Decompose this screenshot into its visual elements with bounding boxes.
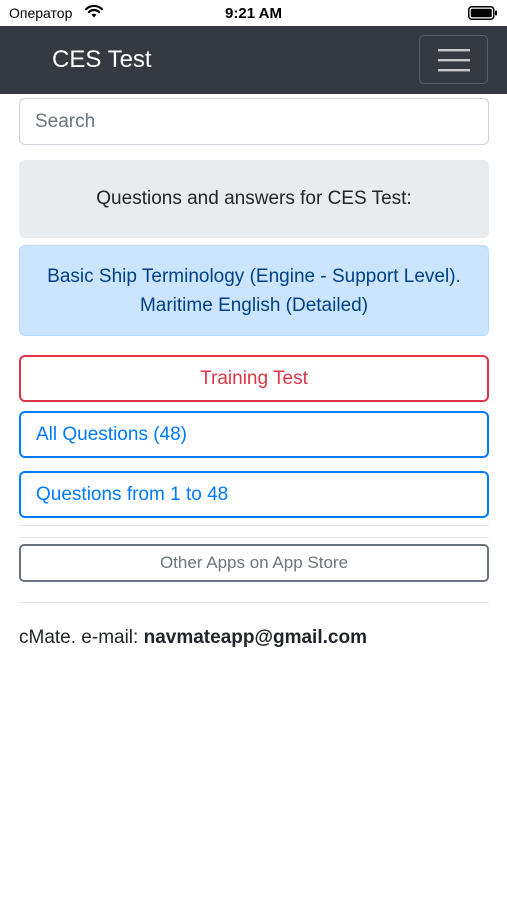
intro-banner: Questions and answers for CES Test: bbox=[19, 160, 489, 238]
status-bar: Оператор 9:21 AM bbox=[0, 0, 507, 26]
navbar-brand[interactable]: CES Test bbox=[52, 46, 152, 74]
questions-range-button[interactable]: Questions from 1 to 48 bbox=[19, 471, 489, 518]
topic-title: Basic Ship Terminology (Engine - Support… bbox=[47, 265, 461, 316]
footer-prefix: cMate. e-mail: bbox=[19, 627, 144, 648]
battery-icon bbox=[468, 6, 497, 20]
hamburger-icon bbox=[438, 49, 470, 72]
all-questions-button[interactable]: All Questions (48) bbox=[19, 411, 489, 458]
intro-text: Questions and answers for CES Test: bbox=[96, 188, 412, 209]
clock: 9:21 AM bbox=[225, 5, 282, 22]
topic-banner: Basic Ship Terminology (Engine - Support… bbox=[19, 245, 489, 336]
divider bbox=[19, 525, 489, 526]
menu-toggle-button[interactable] bbox=[419, 35, 488, 84]
divider bbox=[19, 602, 489, 603]
training-test-button[interactable]: Training Test bbox=[19, 355, 489, 402]
navbar: CES Test bbox=[0, 26, 507, 94]
other-apps-button[interactable]: Other Apps on App Store bbox=[19, 544, 489, 582]
divider bbox=[19, 537, 489, 538]
footer-contact: cMate. e-mail: navmateapp@gmail.com bbox=[19, 627, 367, 649]
search-input[interactable] bbox=[19, 98, 489, 145]
footer-email[interactable]: navmateapp@gmail.com bbox=[144, 627, 367, 648]
